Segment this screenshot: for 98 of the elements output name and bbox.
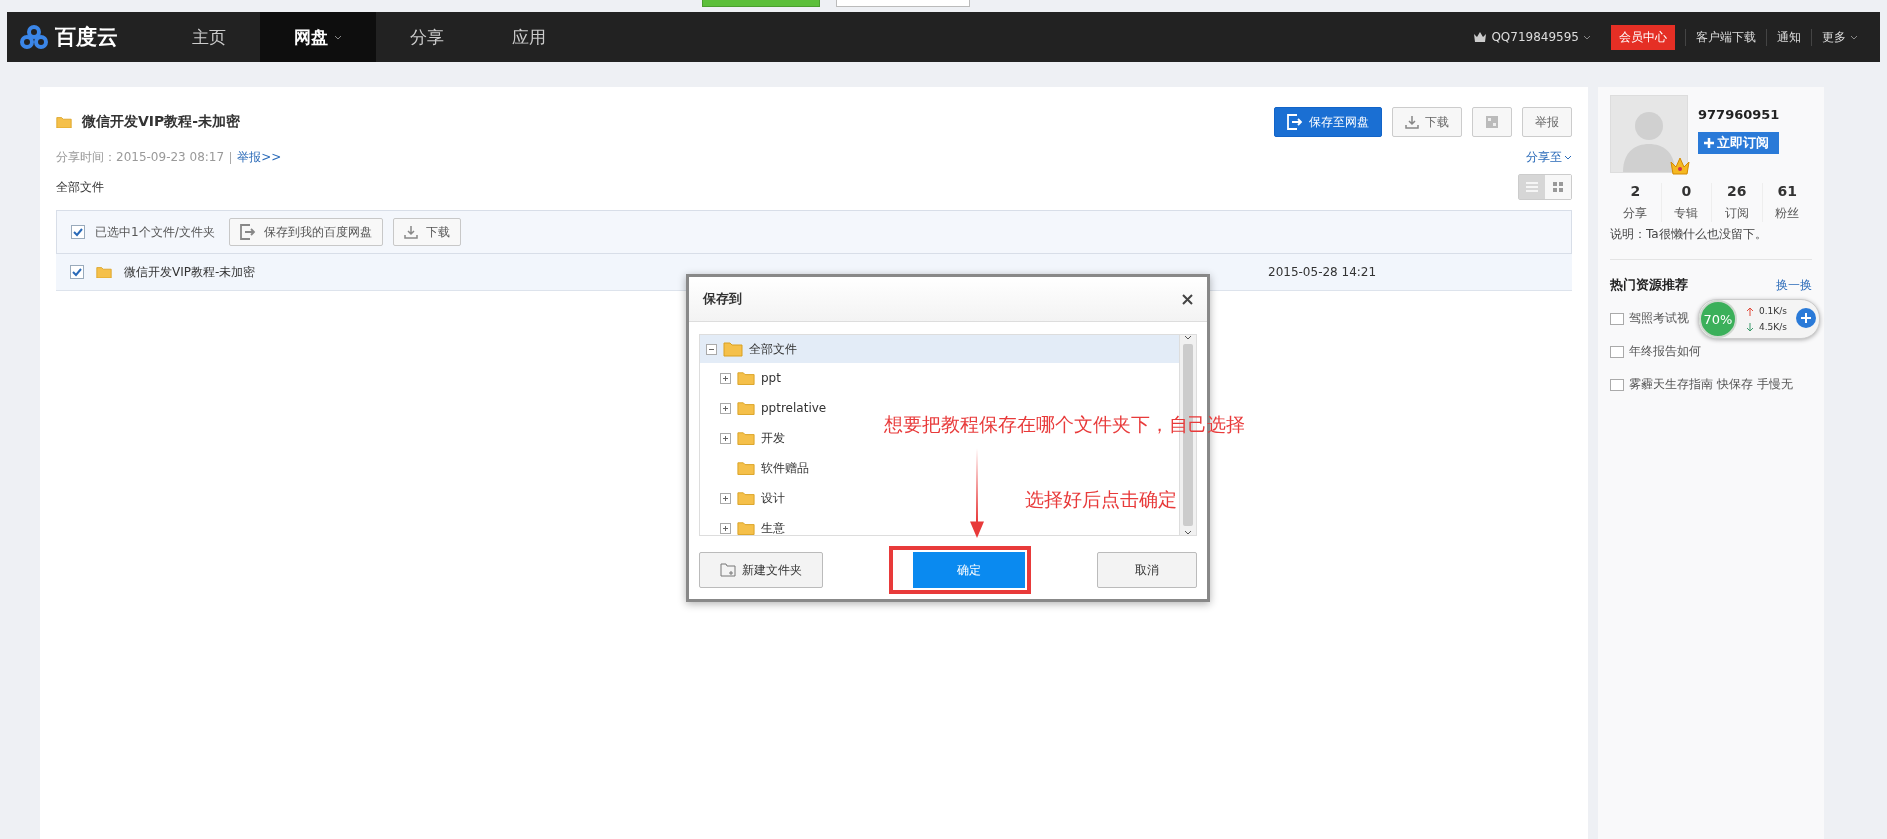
- tree-item[interactable]: 开发: [700, 423, 793, 453]
- caret-icon: [1564, 155, 1572, 160]
- share-time: 分享时间：2015-09-23 08:17: [56, 149, 225, 166]
- resource-link[interactable]: 年终报告如何: [1629, 343, 1701, 360]
- folder-icon: [737, 370, 755, 386]
- expand-icon[interactable]: [720, 402, 731, 414]
- caret-icon: [1850, 34, 1858, 40]
- dialog-title: 保存到: [703, 290, 742, 308]
- stat-label: 分享: [1622, 205, 1649, 222]
- crown-icon: [1473, 31, 1488, 43]
- crown-icon: [1669, 156, 1691, 176]
- download-button[interactable]: 下载: [1392, 107, 1462, 137]
- folder-icon: [737, 400, 755, 416]
- profile-description: 说明：Ta很懒什么也没留下。: [1610, 226, 1768, 243]
- tree-item[interactable]: 设计: [700, 483, 793, 513]
- folder-icon: [737, 520, 755, 535]
- save-to-disk-button[interactable]: 保存到我的百度网盘: [228, 218, 383, 246]
- folder-icon: [737, 460, 755, 476]
- stat-value: 0: [1680, 183, 1693, 199]
- expand-icon[interactable]: [720, 372, 731, 384]
- checkbox[interactable]: [70, 265, 84, 279]
- save-icon: [1287, 114, 1303, 130]
- vip-center-button[interactable]: 会员中心: [1611, 24, 1675, 50]
- download-icon: [1405, 115, 1419, 129]
- document-icon: [1610, 345, 1624, 358]
- download-speed: 4.5K/s: [1759, 322, 1787, 332]
- stat-label: 粉丝: [1774, 205, 1801, 222]
- subscribe-button[interactable]: 立即订阅: [1698, 132, 1780, 154]
- upload-speed: 0.1K/s: [1759, 306, 1787, 316]
- qr-code-icon: [1485, 115, 1499, 129]
- username: 977960951: [1698, 107, 1780, 122]
- more-menu[interactable]: 更多: [1811, 28, 1868, 46]
- new-folder-icon: [720, 563, 736, 577]
- folder-icon: [56, 115, 72, 129]
- tree-item[interactable]: 生意: [700, 513, 793, 535]
- progress-circle: 70%: [1699, 300, 1737, 338]
- nav-tab[interactable]: 网盘: [260, 12, 376, 62]
- new-folder-button[interactable]: 新建文件夹: [699, 552, 823, 588]
- nav-link[interactable]: 通知: [1766, 28, 1811, 46]
- grid-icon: [1553, 182, 1563, 192]
- grid-view-button[interactable]: [1545, 175, 1571, 199]
- speed-widget[interactable]: 70% 0.1K/s 4.5K/s: [1698, 299, 1820, 339]
- folder-icon: [737, 490, 755, 506]
- selection-count: 已选中1个文件/文件夹: [95, 223, 215, 241]
- cancel-button[interactable]: 取消: [1097, 552, 1197, 588]
- checkbox[interactable]: [71, 225, 85, 239]
- save-button[interactable]: 保存至网盘: [1274, 107, 1382, 137]
- share-title: 微信开发VIP教程-未加密: [82, 113, 241, 131]
- section-title: 热门资源推荐: [1610, 276, 1688, 294]
- folder-icon: [96, 265, 112, 279]
- tree-item[interactable]: pptrelative: [700, 393, 835, 423]
- file-name: 微信开发VIP教程-未加密: [124, 263, 257, 281]
- plus-icon: [1796, 308, 1816, 328]
- resource-link[interactable]: 驾照考试视: [1629, 310, 1689, 327]
- expand-icon[interactable]: [720, 432, 731, 444]
- caret-icon: [334, 34, 342, 40]
- nav-tab[interactable]: 应用: [478, 12, 580, 62]
- breadcrumb[interactable]: 全部文件: [56, 178, 104, 196]
- share-to-link[interactable]: 分享至: [1526, 149, 1572, 166]
- report-link[interactable]: 举报>>: [237, 149, 282, 166]
- download-arrow-icon: [1747, 323, 1753, 332]
- confirm-button[interactable]: 确定: [913, 552, 1025, 588]
- download-icon: [403, 225, 418, 239]
- cloud-logo-icon: [19, 24, 49, 50]
- folder-icon: [723, 341, 743, 357]
- expand-icon[interactable]: [720, 492, 731, 504]
- document-icon: [1610, 312, 1624, 325]
- caret-icon: [1583, 34, 1591, 40]
- list-icon: [1526, 182, 1538, 192]
- stat-label: 专辑: [1673, 205, 1700, 222]
- nav-link[interactable]: 客户端下载: [1685, 28, 1766, 46]
- logo-text: 百度云: [55, 24, 118, 51]
- stat-label: 订阅: [1723, 205, 1750, 222]
- tree-item[interactable]: 软件赠品: [700, 453, 817, 483]
- stat-value: 61: [1776, 183, 1798, 199]
- tree-item[interactable]: 全部文件: [700, 335, 1179, 363]
- report-button[interactable]: 举报: [1522, 107, 1572, 137]
- save-icon: [239, 224, 256, 240]
- download-button[interactable]: 下载: [392, 218, 461, 246]
- nav-tab[interactable]: 主页: [158, 12, 260, 62]
- document-icon: [1610, 378, 1624, 391]
- close-icon[interactable]: [1182, 293, 1193, 305]
- nav-tab[interactable]: 分享: [376, 12, 478, 62]
- file-date: 2015-05-28 14:21: [1268, 265, 1378, 279]
- annotation-text: 选择好后点击确定: [1025, 487, 1177, 512]
- upload-arrow-icon: [1747, 307, 1753, 316]
- plus-icon: [1704, 138, 1714, 148]
- caret-icon: [1184, 335, 1192, 340]
- caret-icon: [1184, 530, 1192, 535]
- refresh-link[interactable]: 换一换: [1776, 276, 1812, 294]
- folder-icon: [737, 430, 755, 446]
- collapse-icon[interactable]: [706, 343, 717, 355]
- stat-value: 2: [1629, 183, 1642, 199]
- resource-link[interactable]: 雾霾天生存指南 快保存 手慢无: [1629, 376, 1793, 393]
- stat-value: 26: [1726, 183, 1748, 199]
- account-menu[interactable]: QQ719849595: [1463, 30, 1601, 44]
- expand-icon[interactable]: [720, 522, 731, 534]
- tree-item[interactable]: ppt: [700, 363, 789, 393]
